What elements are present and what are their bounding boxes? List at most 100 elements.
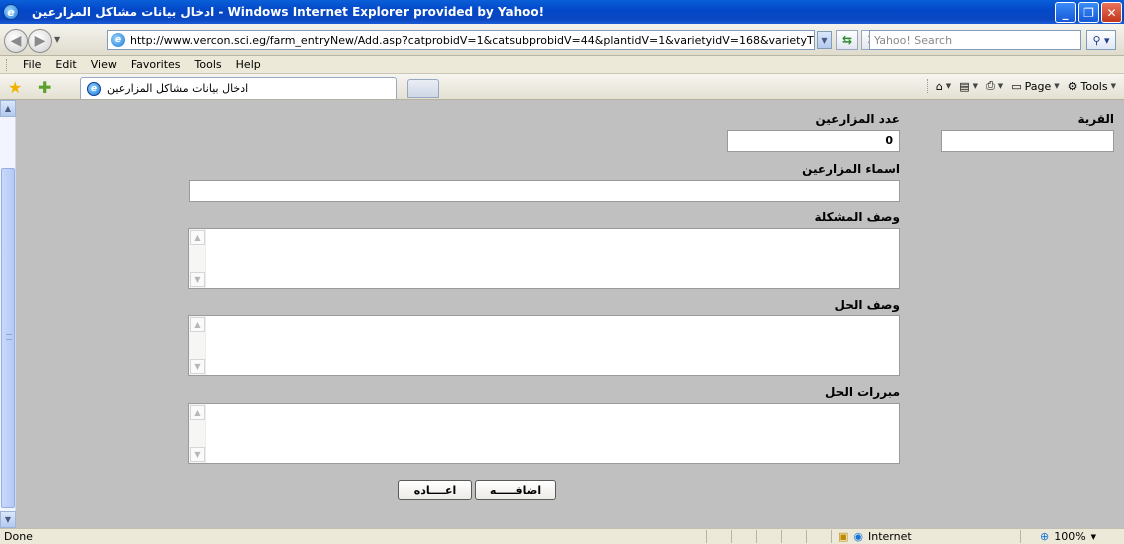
window-controls: _ ❐ ✕ [1055, 2, 1122, 23]
menu-favorites[interactable]: Favorites [131, 58, 181, 71]
refresh-button[interactable]: ⇆ [836, 30, 858, 50]
solution-reasons-textarea[interactable]: ▲ ▼ [188, 403, 900, 464]
maximize-button[interactable]: ❐ [1078, 2, 1099, 23]
search-button[interactable]: ⚲ ▾ [1086, 30, 1116, 50]
tools-menu-button[interactable]: ⚙ Tools ▼ [1068, 80, 1116, 93]
farmers-count-input[interactable]: 0 [727, 130, 900, 152]
zone-label: Internet [868, 530, 912, 543]
farmers-names-label: اسماء المزارعين [802, 162, 900, 176]
ie-logo-icon: e [3, 4, 19, 20]
page-menu-button[interactable]: ▭ Page ▼ [1011, 80, 1059, 93]
textarea-scrollbar[interactable]: ▲ ▼ [189, 404, 206, 463]
page-content: ▲ ▼ القرية عدد المزارعين 0 اسماء المزارع… [0, 100, 1124, 528]
chevron-up-icon[interactable]: ▲ [190, 230, 205, 245]
zoom-level: 100% [1054, 530, 1086, 543]
close-button[interactable]: ✕ [1101, 2, 1122, 23]
scroll-down-button[interactable]: ▼ [0, 511, 16, 528]
chevron-down-icon: ▼ [997, 82, 1004, 90]
status-divider [731, 530, 732, 543]
page-menu-label: Page [1024, 79, 1052, 93]
farmers-names-input[interactable] [189, 180, 900, 202]
page-vertical-scrollbar[interactable]: ▲ ▼ [0, 100, 16, 528]
gear-icon: ⚙ [1067, 79, 1078, 93]
favorites-star-icon[interactable]: ★ [8, 78, 22, 97]
new-tab-button[interactable] [407, 79, 439, 98]
chevron-down-icon[interactable]: ▼ [190, 272, 205, 287]
scroll-up-button[interactable]: ▲ [0, 100, 16, 117]
add-button[interactable]: اضافـــــه [475, 480, 556, 500]
forward-button[interactable]: ▶ [28, 29, 52, 53]
security-zone[interactable]: ▣ ◉ Internet [838, 530, 912, 543]
farmers-count-label: عدد المزارعين [815, 112, 900, 126]
solution-reasons-label: مبررات الحل [824, 385, 900, 399]
status-divider [806, 530, 807, 543]
village-label: القرية [1077, 112, 1114, 126]
problem-description-textarea[interactable]: ▲ ▼ [188, 228, 900, 289]
tools-menu-label: Tools [1080, 79, 1108, 93]
status-text: Done [4, 530, 33, 543]
chevron-down-icon[interactable]: ▼ [190, 359, 205, 374]
address-input[interactable]: e http://www.vercon.sci.eg/farm_entryNew… [107, 30, 815, 50]
chevron-up-icon[interactable]: ▲ [190, 405, 205, 420]
toolbar-grip [6, 58, 9, 71]
command-bar: ⌂ ▼ ▤ ▼ ⎙ ▼ ▭ Page ▼ ⚙ Tools ▼ [926, 79, 1116, 93]
menu-view[interactable]: View [91, 58, 117, 71]
address-toolbar: ◀ ▶ ▼ e http://www.vercon.sci.eg/farm_en… [0, 24, 1124, 56]
back-arrow-icon: ◀ [10, 33, 22, 49]
status-bar: Done ▣ ◉ Internet ⊕ 100% ▼ [0, 528, 1124, 544]
chevron-down-icon[interactable]: ▼ [190, 447, 205, 462]
reset-button[interactable]: اعــــاده [398, 480, 472, 500]
refresh-icon: ⇆ [841, 33, 853, 47]
chevron-down-icon: ▼ [821, 35, 828, 45]
menu-bar: File Edit View Favorites Tools Help [0, 56, 1124, 74]
status-divider [706, 530, 707, 543]
separator [926, 79, 928, 93]
url-text: http://www.vercon.sci.eg/farm_entryNew/A… [130, 33, 814, 47]
scroll-thumb[interactable] [1, 168, 15, 508]
address-dropdown-button[interactable]: ▼ [817, 31, 832, 49]
chevron-down-icon: ▼ [972, 82, 978, 90]
back-button[interactable]: ◀ [4, 29, 28, 53]
chevron-down-icon: ▼ [1090, 532, 1097, 541]
chevron-down-icon: ▼ [1110, 82, 1116, 90]
forward-arrow-icon: ▶ [34, 33, 46, 49]
solution-description-label: وصف الحل [834, 298, 900, 312]
problem-description-label: وصف المشكلة [814, 210, 900, 224]
chevron-up-icon[interactable]: ▲ [190, 317, 205, 332]
search-icon: ⚲ ▾ [1092, 33, 1110, 47]
textarea-scrollbar[interactable]: ▲ ▼ [189, 229, 206, 288]
page-ie-icon: e [111, 33, 125, 47]
textarea-scrollbar[interactable]: ▲ ▼ [189, 316, 206, 375]
menu-file[interactable]: File [23, 58, 41, 71]
status-divider [756, 530, 757, 543]
protected-mode-icon: ▣ [838, 530, 849, 543]
thumb-grip [6, 334, 12, 340]
window-title: ادخال بيانات مشاكل المزارعين - Windows I… [32, 5, 545, 19]
feeds-icon: ▤ [959, 79, 970, 93]
village-input[interactable] [941, 130, 1114, 152]
add-favorite-icon[interactable]: ✚ [38, 78, 51, 97]
status-divider [831, 530, 832, 543]
title-left: e [3, 4, 19, 20]
globe-icon: ◉ [853, 530, 864, 543]
zoom-icon: ⊕ [1040, 530, 1050, 543]
feeds-button[interactable]: ▤ ▼ [959, 80, 978, 93]
home-button[interactable]: ⌂ ▼ [936, 80, 951, 93]
menu-edit[interactable]: Edit [55, 58, 76, 71]
tab-title: ادخال بيانات مشاكل المزارعين [107, 82, 249, 95]
search-input[interactable]: Yahoo! Search [869, 30, 1081, 50]
menu-help[interactable]: Help [236, 58, 261, 71]
status-divider [1020, 530, 1021, 543]
printer-icon: ⎙ [985, 79, 995, 92]
chevron-down-icon: ▼ [945, 82, 952, 90]
zoom-control[interactable]: ⊕ 100% ▼ [1040, 530, 1096, 543]
print-button[interactable]: ⎙ ▼ [986, 79, 1003, 93]
menu-tools[interactable]: Tools [195, 58, 222, 71]
history-dropdown-icon[interactable]: ▼ [54, 35, 60, 44]
minimize-button[interactable]: _ [1055, 2, 1076, 23]
chevron-down-icon: ▼ [1054, 82, 1060, 90]
chevron-up-icon: ▲ [4, 104, 12, 113]
chevron-down-icon: ▼ [4, 515, 12, 524]
solution-description-textarea[interactable]: ▲ ▼ [188, 315, 900, 376]
tab-current[interactable]: e ادخال بيانات مشاكل المزارعين [80, 77, 397, 99]
